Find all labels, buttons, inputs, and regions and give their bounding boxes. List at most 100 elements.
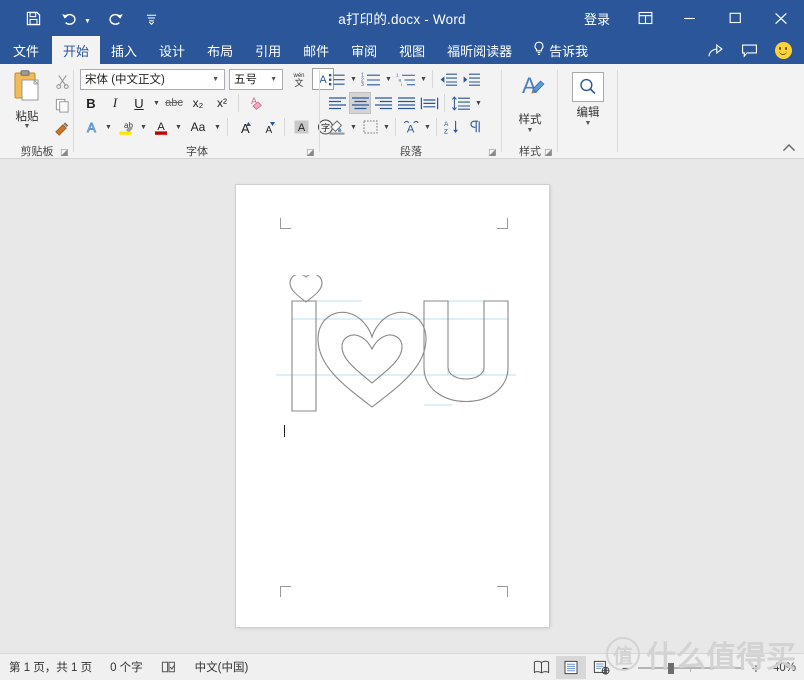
paragraph-shading-icon[interactable] bbox=[326, 116, 348, 138]
font-name-combo[interactable]: 宋体 (中文正文) ▼ bbox=[80, 68, 225, 90]
chevron-down-icon[interactable]: ▼ bbox=[209, 76, 222, 83]
read-mode-view[interactable] bbox=[526, 656, 556, 679]
increase-indent-icon[interactable] bbox=[460, 68, 482, 90]
word-count[interactable]: 0 个字 bbox=[101, 659, 152, 675]
italic-button[interactable]: I bbox=[104, 92, 126, 114]
tab-review[interactable]: 审阅 bbox=[340, 36, 388, 64]
cn-layout-dropdown-caret[interactable]: ▼ bbox=[423, 124, 432, 131]
undo-icon[interactable] bbox=[58, 7, 80, 29]
i-heart-u-outline-artwork[interactable] bbox=[276, 273, 516, 435]
language-indicator[interactable]: 中文(中国) bbox=[186, 659, 258, 675]
align-right-button[interactable] bbox=[372, 92, 394, 114]
align-left-button[interactable] bbox=[326, 92, 348, 114]
tab-design[interactable]: 设计 bbox=[148, 36, 196, 64]
font-size-combo[interactable]: 五号 ▼ bbox=[229, 68, 283, 90]
maximize-button[interactable] bbox=[712, 0, 758, 36]
zoom-level-value[interactable]: 40% bbox=[770, 662, 804, 674]
paste-button[interactable]: 粘贴 ▼ bbox=[4, 68, 50, 130]
zoom-slider-thumb[interactable] bbox=[668, 662, 674, 674]
tab-foxit-reader[interactable]: 福昕阅读器 bbox=[436, 36, 523, 64]
bullets-icon[interactable] bbox=[326, 68, 348, 90]
multilevel-list-icon[interactable]: 1ai bbox=[394, 68, 418, 90]
font-dialog-launcher[interactable]: ◪ bbox=[306, 147, 316, 157]
print-layout-view[interactable] bbox=[556, 656, 586, 679]
borders-icon[interactable] bbox=[359, 116, 381, 138]
editing-button[interactable]: 编辑 ▼ bbox=[565, 68, 611, 127]
redo-icon[interactable] bbox=[105, 7, 127, 29]
document-page[interactable] bbox=[236, 185, 549, 627]
decrease-indent-icon[interactable] bbox=[437, 68, 459, 90]
tab-layout[interactable]: 布局 bbox=[196, 36, 244, 64]
justify-button[interactable] bbox=[395, 92, 417, 114]
subscript-button[interactable]: x₂ bbox=[187, 92, 209, 114]
tab-view[interactable]: 视图 bbox=[388, 36, 436, 64]
superscript-button[interactable]: x² bbox=[211, 92, 233, 114]
styles-dropdown-caret[interactable]: ▼ bbox=[527, 127, 534, 134]
highlight-dropdown-caret[interactable]: ▼ bbox=[139, 124, 148, 131]
highlight-color-icon[interactable]: ab bbox=[115, 116, 137, 138]
tab-home[interactable]: 开始 bbox=[52, 36, 101, 64]
tab-file[interactable]: 文件 bbox=[0, 36, 52, 64]
smiley-icon[interactable] bbox=[766, 36, 800, 64]
underline-button[interactable]: U bbox=[128, 92, 150, 114]
undo-dropdown-caret[interactable]: ▼ bbox=[84, 18, 91, 29]
align-center-button[interactable] bbox=[349, 92, 371, 114]
sign-in-button[interactable]: 登录 bbox=[570, 9, 624, 28]
underline-dropdown-caret[interactable]: ▼ bbox=[152, 100, 161, 107]
change-case-dropdown-caret[interactable]: ▼ bbox=[213, 124, 222, 131]
zoom-out-button[interactable]: − bbox=[620, 660, 632, 676]
cn-layout-icon[interactable]: A bbox=[400, 116, 422, 138]
numbering-dropdown-caret[interactable]: ▼ bbox=[384, 76, 393, 83]
show-marks-icon[interactable] bbox=[464, 116, 486, 138]
cut-icon[interactable] bbox=[50, 71, 74, 92]
line-spacing-dropdown-caret[interactable]: ▼ bbox=[474, 100, 483, 107]
share-icon[interactable] bbox=[698, 36, 732, 64]
line-spacing-icon[interactable] bbox=[449, 92, 473, 114]
character-shading-icon[interactable]: A bbox=[290, 116, 312, 138]
grow-font-icon[interactable]: A bbox=[233, 116, 255, 138]
distribute-button[interactable] bbox=[418, 92, 440, 114]
text-effects-icon[interactable]: A bbox=[80, 116, 102, 138]
paragraph-dialog-launcher[interactable]: ◪ bbox=[488, 147, 498, 157]
tab-insert[interactable]: 插入 bbox=[100, 36, 148, 64]
font-color-dropdown-caret[interactable]: ▼ bbox=[174, 124, 183, 131]
chevron-down-icon[interactable]: ▼ bbox=[267, 76, 280, 83]
tell-me-box[interactable]: 告诉我 bbox=[523, 36, 598, 64]
collapse-ribbon-icon[interactable] bbox=[782, 143, 796, 156]
shrink-font-icon[interactable]: A bbox=[257, 116, 279, 138]
tab-references[interactable]: 引用 bbox=[244, 36, 292, 64]
borders-dropdown-caret[interactable]: ▼ bbox=[382, 124, 391, 131]
editing-dropdown-caret[interactable]: ▼ bbox=[585, 120, 592, 127]
phonetic-guide-icon[interactable]: wén 文 bbox=[288, 68, 310, 90]
bold-button[interactable]: B bbox=[80, 92, 102, 114]
page-indicator[interactable]: 第 1 页，共 1 页 bbox=[0, 659, 101, 675]
save-icon[interactable] bbox=[22, 7, 44, 29]
web-layout-view[interactable] bbox=[586, 656, 616, 679]
zoom-in-button[interactable]: + bbox=[750, 660, 762, 676]
strikethrough-button[interactable]: abc bbox=[163, 92, 185, 114]
shading-dropdown-caret[interactable]: ▼ bbox=[349, 124, 358, 131]
ribbon-display-options-icon[interactable] bbox=[624, 0, 666, 36]
paste-dropdown-caret[interactable]: ▼ bbox=[24, 123, 31, 130]
font-color-icon[interactable]: A bbox=[150, 116, 172, 138]
bullets-dropdown-caret[interactable]: ▼ bbox=[349, 76, 358, 83]
styles-dialog-launcher[interactable]: ◪ bbox=[544, 147, 554, 157]
clipboard-dialog-launcher[interactable]: ◪ bbox=[60, 147, 70, 157]
change-case-button[interactable]: Aa bbox=[185, 116, 211, 138]
close-button[interactable] bbox=[758, 0, 804, 36]
sort-icon[interactable]: AZ bbox=[441, 116, 463, 138]
document-canvas[interactable] bbox=[0, 159, 804, 653]
clear-formatting-icon[interactable]: A bbox=[244, 92, 266, 114]
proofing-status-icon[interactable] bbox=[152, 660, 186, 674]
numbering-icon[interactable]: 123 bbox=[359, 68, 383, 90]
format-painter-icon[interactable] bbox=[50, 119, 74, 140]
minimize-button[interactable] bbox=[666, 0, 712, 36]
tab-mailings[interactable]: 邮件 bbox=[292, 36, 340, 64]
styles-button[interactable]: A 样式 ▼ bbox=[507, 68, 553, 134]
multilevel-dropdown-caret[interactable]: ▼ bbox=[419, 76, 428, 83]
customize-qat-icon[interactable] bbox=[141, 7, 163, 29]
copy-icon[interactable] bbox=[50, 95, 74, 116]
comment-icon[interactable] bbox=[732, 36, 766, 64]
zoom-slider[interactable] bbox=[638, 661, 744, 675]
text-effects-dropdown-caret[interactable]: ▼ bbox=[104, 124, 113, 131]
